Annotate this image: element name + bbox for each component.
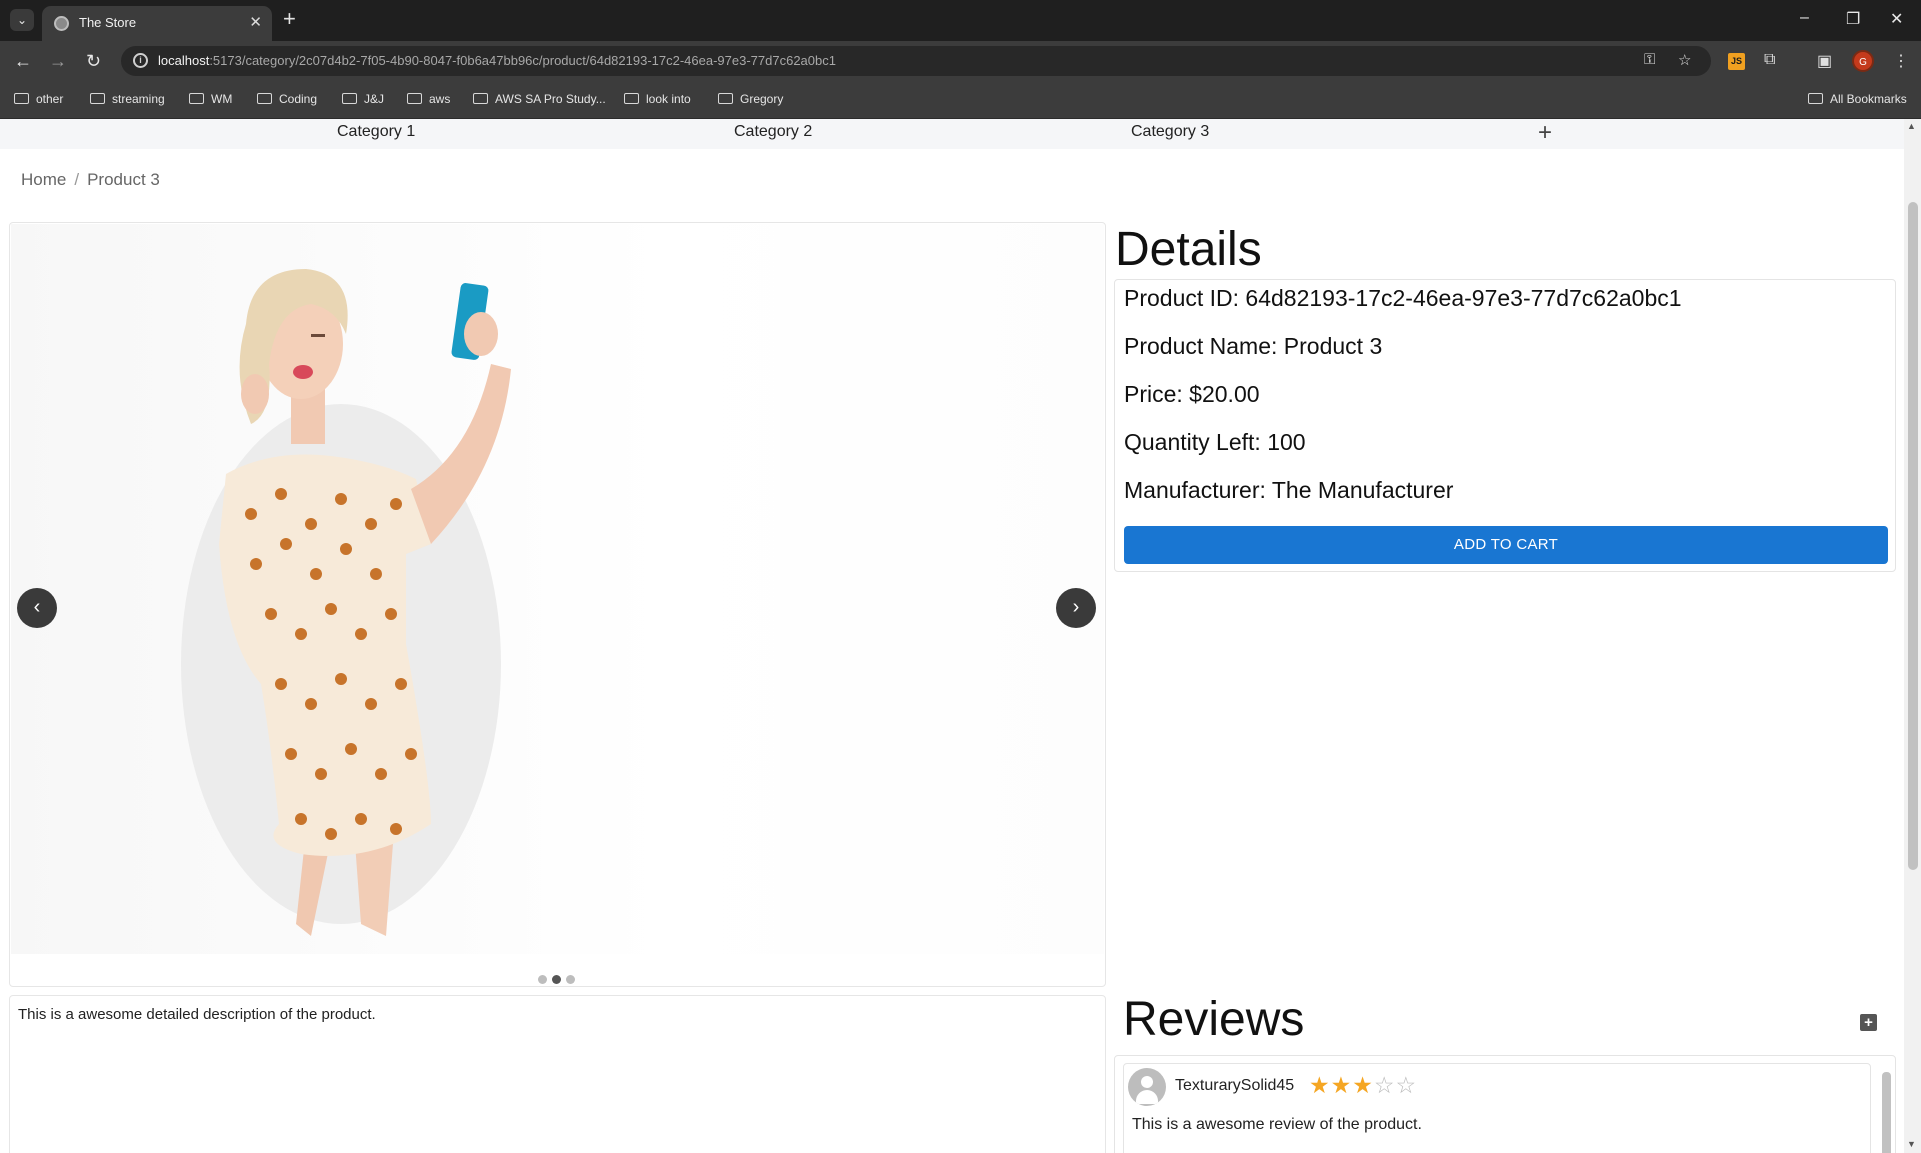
folder-icon [342, 93, 357, 104]
menu-kebab-icon[interactable]: ⋮ [1893, 51, 1909, 71]
carousel-next-button[interactable]: › [1056, 588, 1096, 628]
carousel-dot[interactable] [566, 975, 575, 984]
bookmark-folder[interactable]: other [14, 92, 63, 106]
page-scroll-thumb[interactable] [1908, 202, 1918, 870]
folder-icon [257, 93, 272, 104]
site-info-icon[interactable]: i [133, 53, 148, 68]
bookmark-folder[interactable]: J&J [342, 92, 384, 106]
carousel-prev-button[interactable]: ‹ [17, 588, 57, 628]
breadcrumb-separator: / [74, 170, 80, 189]
star-empty-icon: ☆ [1395, 1072, 1418, 1098]
side-panel-icon[interactable]: ▣ [1817, 51, 1832, 71]
tab-title: The Store [79, 15, 137, 30]
breadcrumb: Home / Product 3 [21, 170, 160, 190]
product-description: This is a awesome detailed description o… [9, 995, 1106, 1153]
product-photo-illustration [181, 269, 511, 936]
folder-icon [407, 93, 422, 104]
new-tab-plus-icon[interactable]: + [283, 7, 296, 31]
folder-icon [90, 93, 105, 104]
carousel-indicators [538, 971, 580, 989]
user-avatar-icon [1128, 1068, 1166, 1106]
details-panel: Product ID: 64d82193-17c2-46ea-97e3-77d7… [1114, 279, 1896, 572]
js-extension-icon[interactable]: JS [1728, 53, 1745, 70]
product-quantity: Quantity Left: 100 [1124, 429, 1306, 455]
star-rating: ★★★☆☆ [1309, 1072, 1417, 1099]
scroll-down-icon[interactable]: ▼ [1907, 1139, 1916, 1149]
address-bar[interactable]: i localhost:5173/category/2c07d4b2-7f05-… [121, 46, 1711, 76]
bookmark-folder[interactable]: aws [407, 92, 450, 106]
star-filled-icon: ★ [1309, 1072, 1331, 1098]
add-review-plus-icon[interactable]: + [1860, 1014, 1877, 1031]
add-to-cart-button[interactable]: ADD TO CART [1124, 526, 1888, 564]
reviewer-name: TexturarySolid45 [1175, 1077, 1295, 1094]
reviews-heading: Reviews [1123, 993, 1305, 1046]
browser-tab-strip: ⌄ The Store ✕ + – ❐ ✕ [0, 0, 1921, 41]
window-close-icon[interactable]: ✕ [1890, 9, 1903, 29]
add-category-plus-icon[interactable]: + [1538, 119, 1552, 147]
nav-category-1[interactable]: Category 1 [337, 123, 415, 141]
breadcrumb-current: Product 3 [87, 170, 160, 189]
minimize-icon[interactable]: – [1800, 9, 1809, 27]
extensions-puzzle-icon[interactable]: ⧉ [1764, 51, 1775, 69]
reviews-scroll-thumb[interactable] [1882, 1072, 1891, 1153]
folder-icon [1808, 93, 1823, 104]
carousel-dot[interactable] [538, 975, 547, 984]
product-manufacturer: Manufacturer: The Manufacturer [1124, 477, 1454, 503]
folder-icon [473, 93, 488, 104]
reviews-scrollbar[interactable] [1880, 1058, 1893, 1153]
breadcrumb-home[interactable]: Home [21, 170, 66, 189]
bookmark-folder[interactable]: WM [189, 92, 232, 106]
review-card: TexturarySolid45 ★★★☆☆ This is a awesome… [1123, 1063, 1871, 1153]
details-heading: Details [1115, 223, 1262, 276]
carousel-dot-active[interactable] [552, 975, 561, 984]
reviews-list: TexturarySolid45 ★★★☆☆ This is a awesome… [1114, 1055, 1896, 1153]
password-key-icon[interactable]: ⚿ [1644, 51, 1655, 68]
reload-icon[interactable]: ↻ [86, 50, 101, 72]
all-bookmarks-folder[interactable]: All Bookmarks [1808, 92, 1907, 106]
product-image [11, 224, 1104, 954]
bookmark-folder[interactable]: AWS SA Pro Study... [473, 92, 606, 106]
globe-icon [54, 16, 69, 31]
product-id: Product ID: 64d82193-17c2-46ea-97e3-77d7… [1124, 285, 1682, 311]
bookmark-folder[interactable]: Coding [257, 92, 317, 106]
star-filled-icon: ★ [1352, 1072, 1374, 1098]
browser-toolbar: ← → ↻ i localhost:5173/category/2c07d4b2… [0, 41, 1921, 81]
product-image-carousel: ‹ › [9, 222, 1106, 987]
nav-category-2[interactable]: Category 2 [734, 123, 812, 141]
star-empty-icon: ☆ [1373, 1072, 1396, 1098]
browser-tab[interactable]: The Store ✕ [42, 6, 272, 41]
restore-icon[interactable]: ❐ [1846, 9, 1860, 29]
bookmark-folder[interactable]: streaming [90, 92, 165, 106]
url-text: localhost:5173/category/2c07d4b2-7f05-4b… [158, 53, 836, 68]
bookmarks-bar: other streaming WM Coding J&J aws AWS SA… [0, 81, 1921, 119]
category-nav: Category 1 Category 2 Category 3 + [0, 119, 1904, 149]
star-filled-icon: ★ [1330, 1072, 1353, 1098]
bookmark-star-icon[interactable]: ☆ [1678, 51, 1691, 69]
bookmark-folder[interactable]: Gregory [718, 92, 783, 106]
tab-search-chevron-icon[interactable]: ⌄ [10, 9, 34, 31]
page-viewport: Category 1 Category 2 Category 3 + Home /… [0, 119, 1904, 1153]
bookmark-folder[interactable]: look into [624, 92, 691, 106]
forward-arrow-icon[interactable]: → [49, 50, 67, 72]
product-name: Product Name: Product 3 [1124, 333, 1383, 359]
product-price: Price: $20.00 [1124, 381, 1260, 407]
page-scrollbar[interactable]: ▲ ▼ [1904, 119, 1921, 1153]
scroll-up-icon[interactable]: ▲ [1907, 121, 1916, 131]
folder-icon [14, 93, 29, 104]
folder-icon [718, 93, 733, 104]
review-text: This is a awesome review of the product. [1132, 1116, 1422, 1133]
close-tab-icon[interactable]: ✕ [249, 13, 262, 31]
folder-icon [624, 93, 639, 104]
back-arrow-icon[interactable]: ← [14, 50, 32, 72]
nav-category-3[interactable]: Category 3 [1131, 123, 1209, 141]
profile-avatar[interactable]: G [1852, 50, 1874, 72]
folder-icon [189, 93, 204, 104]
